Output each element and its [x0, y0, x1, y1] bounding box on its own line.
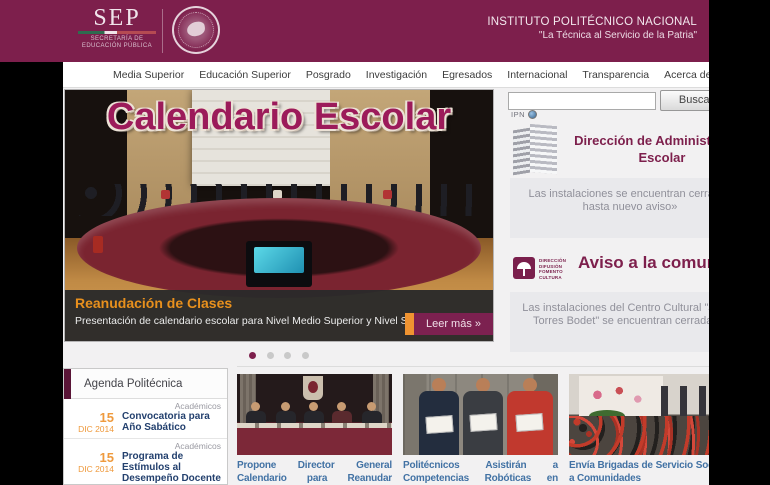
agenda-date: 15 DIC 2014 — [70, 411, 122, 434]
slide-caption-title[interactable]: Reanudación de Clases — [75, 295, 232, 311]
search-input[interactable] — [508, 92, 656, 110]
slide-headline: Calendario Escolar — [65, 96, 493, 139]
nav-item-posgrado[interactable]: Posgrado — [306, 69, 351, 81]
news-photo-panel — [237, 374, 392, 455]
news-caption[interactable]: Envía Brigadas de Servicio Social a Comu… — [569, 460, 724, 485]
agenda-item-title: Programa de Estímulos al Desempeño Docen… — [122, 451, 221, 485]
carousel-dot-4[interactable] — [302, 352, 309, 359]
carousel-dot-3[interactable] — [284, 352, 291, 359]
header-divider — [162, 9, 163, 53]
read-more-label: Leer más » — [414, 313, 493, 335]
carousel-dot-1[interactable] — [249, 352, 256, 359]
search-scope-row: IPN — [511, 110, 537, 119]
read-more-accent-bar — [405, 313, 414, 335]
sep-caption: SECRETARÍA DE EDUCACIÓN PÚBLICA — [78, 36, 156, 50]
agenda-header: Agenda Politécnica — [64, 369, 227, 399]
news-photo-students — [403, 374, 558, 455]
photo-monitor — [246, 241, 312, 287]
left-crop-bar — [0, 62, 63, 485]
sep-flag-line — [78, 31, 156, 34]
nav-item-media-superior[interactable]: Media Superior — [113, 69, 184, 81]
agenda-politecnica-widget: Agenda Politécnica Académicos 15 DIC 201… — [63, 368, 228, 485]
read-more-button[interactable]: Leer más » — [405, 313, 493, 335]
nav-item-transparencia[interactable]: Transparencia — [582, 69, 649, 81]
nav-item-educacion-superior[interactable]: Educación Superior — [199, 69, 291, 81]
culture-direction-logo: DIRECCIÓN DIFUSIÓN FOMENTO CULTURA — [513, 256, 575, 282]
news-card-calendario[interactable]: Propone Director General Calendario para… — [237, 374, 392, 485]
nav-item-internacional[interactable]: Internacional — [507, 69, 567, 81]
photo-accent — [383, 190, 392, 199]
page: SEP SECRETARÍA DE EDUCACIÓN PÚBLICA INST… — [0, 0, 770, 485]
agenda-item-title: Convocatoria para Año Sabático — [122, 411, 221, 434]
nav-item-investigacion[interactable]: Investigación — [366, 69, 427, 81]
sep-logo[interactable]: SEP SECRETARÍA DE EDUCACIÓN PÚBLICA — [78, 6, 156, 50]
globe-icon[interactable] — [528, 110, 537, 119]
sep-acronym: SEP — [78, 6, 156, 30]
agenda-category: Académicos — [70, 401, 221, 411]
institute-motto: "La Técnica al Servicio de la Patria" — [377, 29, 697, 42]
umbrella-icon — [513, 257, 535, 279]
institute-name: INSTITUTO POLITÉCNICO NACIONAL — [377, 15, 697, 29]
right-crop-bar — [709, 0, 770, 485]
news-caption[interactable]: Politécnicos Asistirán a Competencias Ro… — [403, 460, 558, 485]
news-card-robotica[interactable]: Politécnicos Asistirán a Competencias Ro… — [403, 374, 558, 485]
agenda-category: Académicos — [70, 441, 221, 451]
mexico-coat-of-arms-icon — [172, 6, 220, 54]
site-header: SEP SECRETARÍA DE EDUCACIÓN PÚBLICA INST… — [0, 0, 709, 62]
hero-carousel[interactable]: Calendario Escolar Reanudación de Clases… — [65, 90, 493, 341]
culture-logo-text: DIRECCIÓN DIFUSIÓN FOMENTO CULTURA — [539, 258, 579, 280]
news-photo-brigade — [569, 374, 724, 455]
slide-caption-text: Presentación de calendario escolar para … — [75, 315, 440, 327]
news-divider — [237, 366, 709, 367]
search-scope-label: IPN — [511, 110, 525, 119]
building-icon — [513, 124, 559, 176]
agenda-item-ano-sabatico[interactable]: Académicos 15 DIC 2014 Convocatoria para… — [64, 399, 227, 439]
agenda-accent-bar — [64, 369, 71, 399]
news-card-brigadas[interactable]: Envía Brigadas de Servicio Social a Comu… — [569, 374, 724, 485]
institute-block: INSTITUTO POLITÉCNICO NACIONAL "La Técni… — [377, 15, 697, 42]
agenda-date: 15 DIC 2014 — [70, 451, 122, 485]
main-nav: Media Superior Educación Superior Posgra… — [63, 62, 709, 88]
slide-caption-bar: Reanudación de Clases Presentación de ca… — [65, 290, 493, 341]
carousel-dots — [65, 346, 493, 364]
photo-red-chair — [93, 236, 103, 253]
agenda-item-estimulos-docente[interactable]: Académicos 15 DIC 2014 Programa de Estím… — [64, 439, 227, 485]
photo-accent — [161, 190, 170, 199]
nav-item-egresados[interactable]: Egresados — [442, 69, 492, 81]
carousel-dot-2[interactable] — [267, 352, 274, 359]
news-caption[interactable]: Propone Director General Calendario para… — [237, 460, 392, 485]
agenda-title: Agenda Politécnica — [84, 378, 182, 390]
